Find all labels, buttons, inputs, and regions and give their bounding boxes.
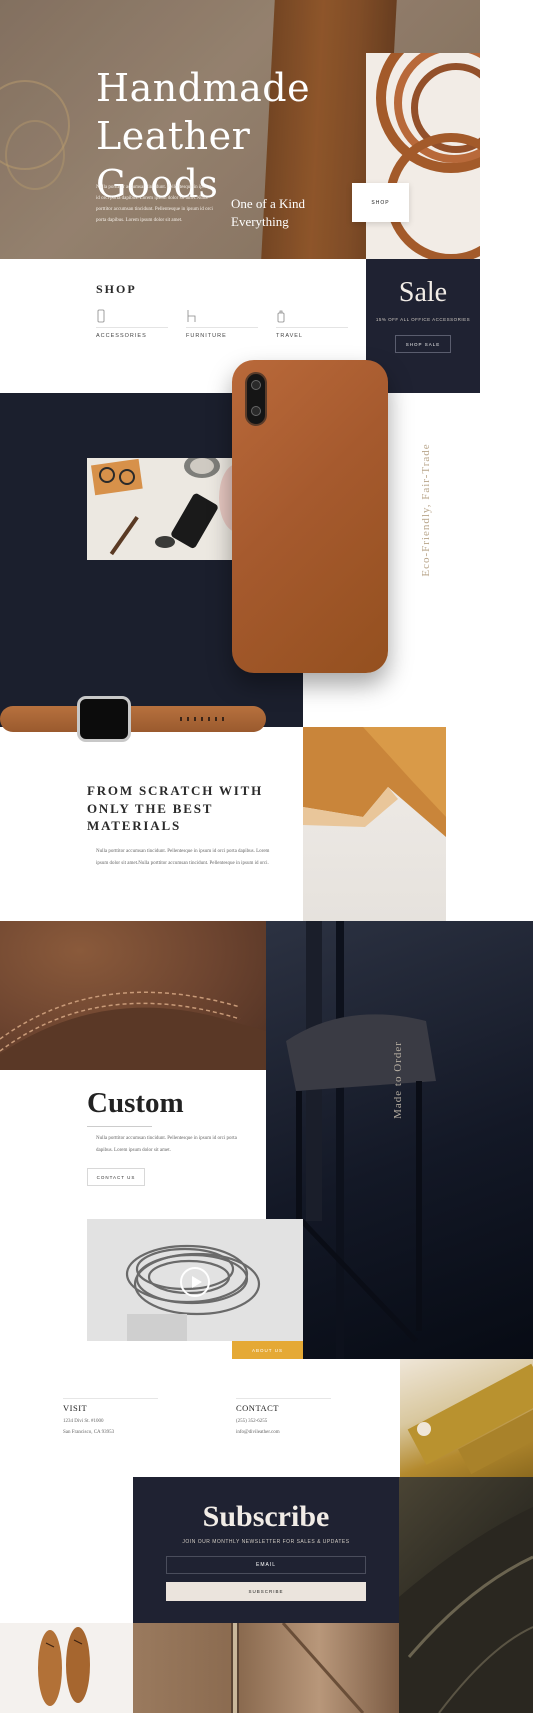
category-accessories[interactable]: ACCESSORIES bbox=[96, 309, 168, 339]
materials-body-text: Nulla porttitor accumsan tincidunt. Pell… bbox=[96, 849, 270, 866]
eco-friendly-label: Eco-Friendly, Fair-Trade bbox=[420, 443, 432, 577]
chair-icon bbox=[186, 309, 200, 323]
subscribe-title: Subscribe bbox=[202, 1500, 330, 1533]
sale-subtitle: 15% OFF ALL OFFICE ACCESSORIES bbox=[375, 317, 471, 322]
subscribe-panel bbox=[133, 1477, 399, 1623]
contact-email-link[interactable]: info@divileather.com bbox=[236, 1427, 280, 1438]
category-label: ACCESSORIES bbox=[96, 333, 147, 339]
category-furniture[interactable]: FURNITURE bbox=[186, 309, 258, 339]
eco-friendly-vertical-text: Eco-Friendly, Fair-Trade bbox=[416, 430, 436, 590]
contact-title: CONTACT bbox=[236, 1403, 279, 1413]
visit-address-line2: San Francisco, CA 93953 bbox=[63, 1430, 115, 1435]
shop-button[interactable]: SHOP bbox=[352, 183, 409, 222]
hero-tagline-line1: One of a Kind bbox=[231, 196, 306, 211]
contact-phone[interactable]: (255) 352-6255 bbox=[236, 1416, 267, 1427]
play-icon[interactable] bbox=[180, 1267, 210, 1297]
category-divider bbox=[96, 327, 168, 328]
leather-watch-band-image bbox=[0, 694, 266, 746]
category-divider bbox=[186, 327, 258, 328]
made-to-order-vertical-text: Made to Order bbox=[388, 1020, 408, 1140]
leather-shoes-photo bbox=[0, 1623, 133, 1713]
leather-phone-case bbox=[232, 360, 388, 673]
category-divider bbox=[276, 327, 348, 328]
subscribe-button[interactable]: SUBSCRIBE bbox=[166, 1582, 366, 1601]
leather-sheets-photo bbox=[303, 727, 446, 921]
category-label: TRAVEL bbox=[276, 333, 303, 339]
contact-us-button[interactable]: CONTACT US bbox=[87, 1168, 145, 1186]
about-us-button[interactable]: ABOUT US bbox=[232, 1341, 303, 1359]
visit-address-line1: 1234 Divi St. #1000 bbox=[63, 1419, 104, 1424]
hero-body-text: Nulla porttitor accumsan tincidunt. Pell… bbox=[96, 185, 213, 223]
email-field[interactable] bbox=[166, 1556, 366, 1574]
custom-title: Custom bbox=[87, 1087, 184, 1119]
contact-divider bbox=[236, 1398, 331, 1399]
custom-body-text: Nulla porttitor accumsan tincidunt. Pell… bbox=[96, 1136, 237, 1153]
category-label: FURNITURE bbox=[186, 333, 227, 339]
visit-title: VISIT bbox=[63, 1403, 88, 1413]
leather-stitch-closeup bbox=[0, 921, 266, 1070]
subscribe-subtitle: JOIN OUR MONTHLY NEWSLETTER FOR SALES & … bbox=[182, 1539, 350, 1545]
category-travel[interactable]: TRAVEL bbox=[276, 309, 348, 339]
visit-divider bbox=[63, 1398, 158, 1399]
materials-heading: FROM SCRATCH WITH ONLY THE BEST MATERIAL… bbox=[87, 783, 264, 833]
hero-tagline: One of a Kind Everything bbox=[231, 195, 341, 231]
dark-chair-photo bbox=[266, 921, 533, 1359]
made-to-order-label: Made to Order bbox=[392, 1041, 404, 1119]
luggage-icon bbox=[276, 309, 290, 323]
shop-sale-button[interactable]: SHOP SALE bbox=[395, 335, 451, 353]
brass-ruler-photo bbox=[400, 1359, 533, 1477]
dark-bag-photo bbox=[399, 1477, 533, 1713]
hero-tagline-line2: Everything bbox=[231, 214, 289, 229]
leather-coil-photo bbox=[366, 53, 480, 259]
leather-bag-photo bbox=[133, 1623, 399, 1713]
camera-icon bbox=[245, 372, 267, 426]
custom-divider bbox=[87, 1126, 152, 1127]
hero-title-line1: Handmade bbox=[96, 66, 311, 110]
phone-icon bbox=[96, 309, 110, 323]
shop-section-title: SHOP bbox=[96, 282, 137, 296]
sale-title: Sale bbox=[398, 277, 448, 308]
